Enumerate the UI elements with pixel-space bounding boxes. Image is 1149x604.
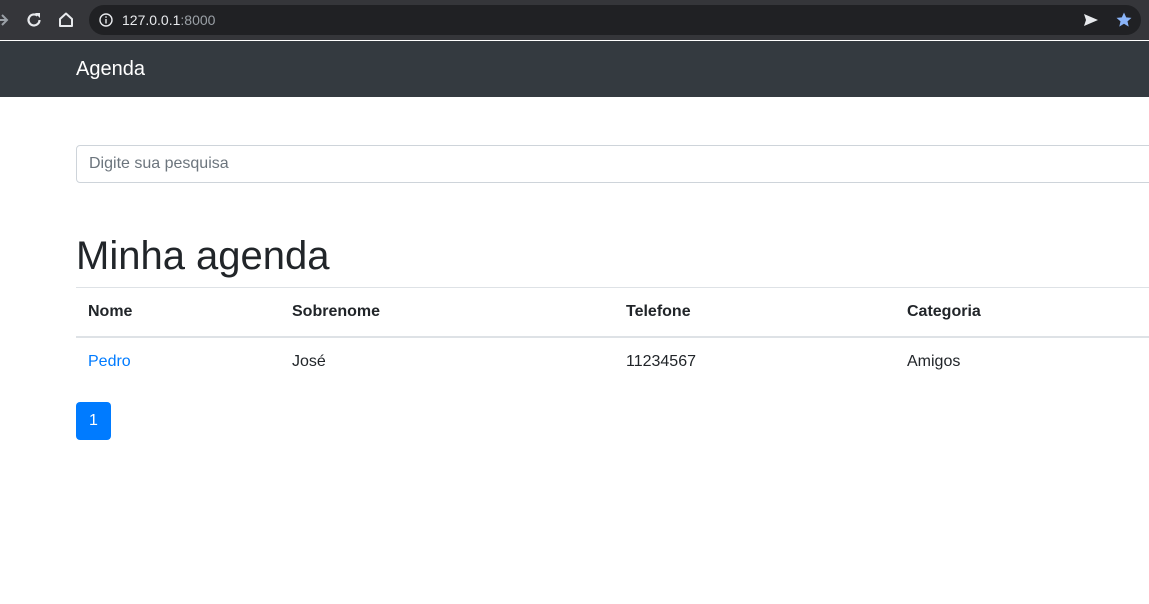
column-header-telefone: Telefone [614,287,895,338]
pagination-page-1[interactable]: 1 [76,402,111,440]
column-header-sobrenome: Sobrenome [280,287,614,338]
navbar: Agenda [0,41,1149,97]
page-title: Minha agenda [76,234,330,278]
column-header-categoria: Categoria [895,287,1149,338]
contact-name-link[interactable]: Pedro [88,353,131,370]
home-icon[interactable] [54,8,78,32]
cell-telefone: 11234567 [626,353,696,370]
browser-toolbar: 127.0.0.1:8000 [0,0,1149,40]
navbar-brand[interactable]: Agenda [76,57,145,81]
cell-categoria: Amigos [907,353,961,370]
table-header-row: Nome Sobrenome Telefone Categoria [76,287,1149,338]
cell-sobrenome: José [292,353,326,370]
search-input[interactable] [76,145,1149,183]
info-icon[interactable] [99,13,113,27]
url-text: 127.0.0.1:8000 [122,12,216,28]
table-row: Pedro José 11234567 Amigos [76,337,1149,386]
contacts-table-container: Nome Sobrenome Telefone Categoria Pedro … [76,287,1149,386]
reload-icon[interactable] [22,8,46,32]
contacts-table: Nome Sobrenome Telefone Categoria Pedro … [76,287,1149,386]
cell-nome: Pedro [76,337,280,386]
star-icon[interactable] [1115,11,1133,29]
address-bar[interactable]: 127.0.0.1:8000 [89,5,1141,35]
send-icon[interactable] [1083,12,1099,28]
forward-arrow-icon[interactable] [0,8,14,32]
column-header-nome: Nome [76,287,280,338]
